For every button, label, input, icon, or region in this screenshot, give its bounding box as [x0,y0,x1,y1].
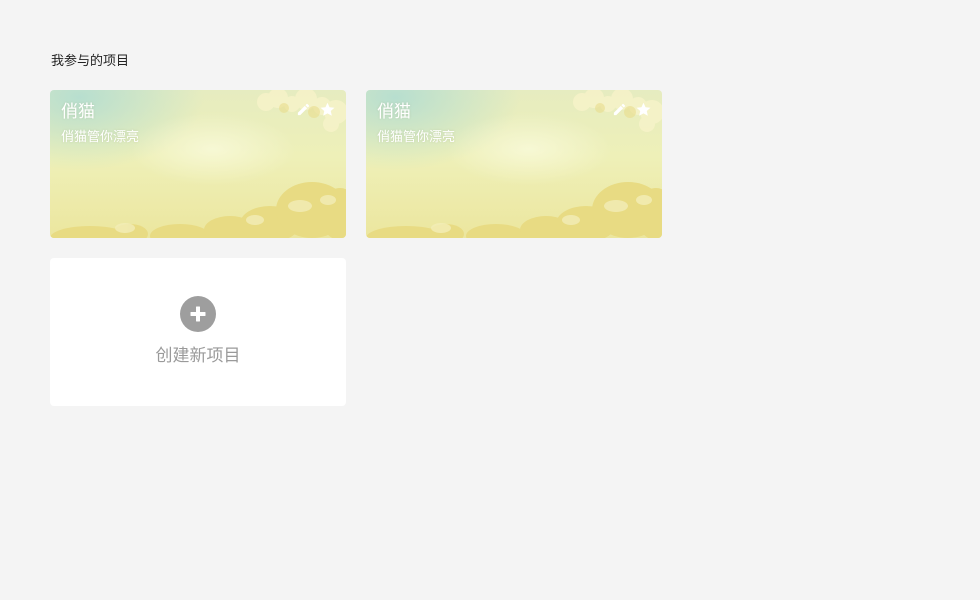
project-subtitle: 俏猫管你漂亮 [61,130,140,145]
create-project-label: 创建新项目 [155,346,241,366]
project-card[interactable]: 俏猫 俏猫管你漂亮 [366,90,662,238]
project-title: 俏猫 [61,102,95,122]
create-project-card[interactable]: 创建新项目 [50,258,346,406]
star-icon[interactable] [318,100,336,118]
project-title: 俏猫 [377,102,411,122]
star-icon[interactable] [634,100,652,118]
pencil-icon[interactable] [294,100,312,118]
plus-circle-icon[interactable] [180,296,216,332]
project-subtitle: 俏猫管你漂亮 [377,130,456,145]
section-title: 我参与的项目 [51,54,130,69]
clouds-decoration [50,182,346,238]
pencil-icon[interactable] [610,100,628,118]
project-card[interactable]: 俏猫 俏猫管你漂亮 [50,90,346,238]
clouds-decoration [366,182,662,238]
page: 我参与的项目 俏猫 俏猫管你漂亮 俏猫 俏猫管你漂亮 创建新项目 [0,0,980,600]
